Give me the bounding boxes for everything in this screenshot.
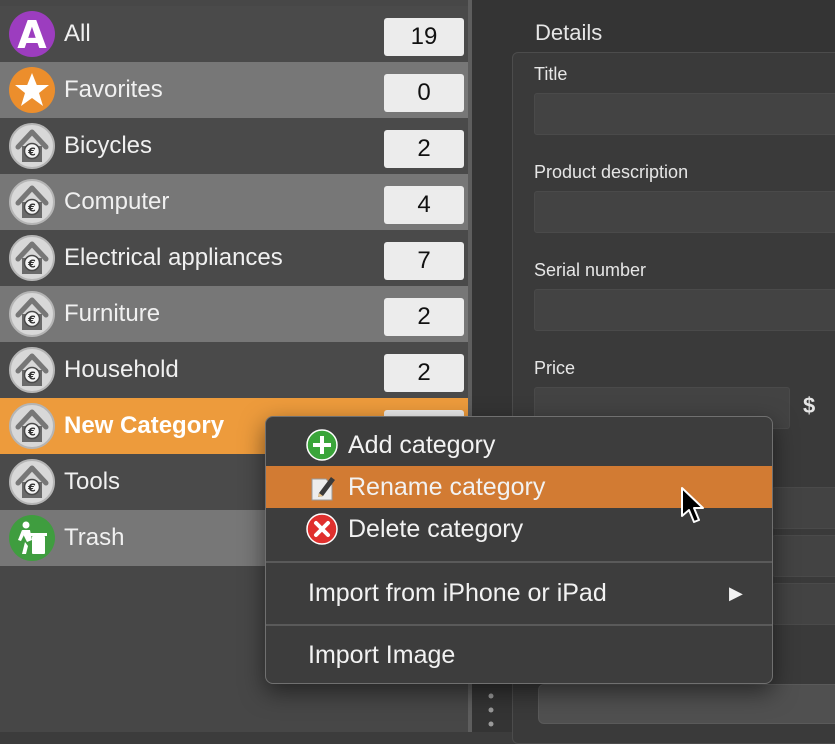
menu-separator xyxy=(266,561,772,563)
menu-item-import-from-iphone-ipad[interactable]: Import from iPhone or iPad ▶ xyxy=(266,572,772,614)
sidebar-item-label: Favorites xyxy=(64,76,163,103)
detail-field-input[interactable] xyxy=(772,487,835,529)
item-count-badge: 2 xyxy=(384,130,464,168)
sidebar-item-all[interactable]: A All 19 xyxy=(0,6,468,62)
menu-item-import-image[interactable]: Import Image xyxy=(266,634,772,676)
sidebar-item-label: Furniture xyxy=(64,300,161,327)
sidebar-item-furniture[interactable]: Furniture 2 xyxy=(0,286,468,342)
bottom-text-field[interactable] xyxy=(538,684,835,724)
title-input[interactable] xyxy=(534,93,835,135)
sidebar-item-label: New Category xyxy=(64,412,225,439)
details-title: Details xyxy=(535,20,603,45)
sidebar-item-electrical-appliances[interactable]: Electrical appliances 7 xyxy=(0,230,468,286)
item-count-badge: 7 xyxy=(384,242,464,280)
item-count-badge: 19 xyxy=(384,18,464,56)
submenu-arrow-icon: ▶ xyxy=(729,583,743,603)
rename-pencil-icon xyxy=(311,477,335,501)
item-count-badge: 4 xyxy=(384,186,464,224)
all-category-icon: A xyxy=(9,11,55,57)
sidebar-item-computer[interactable]: Computer 4 xyxy=(0,174,468,230)
trash-icon xyxy=(9,515,55,561)
menu-item-label: Delete category xyxy=(348,515,524,543)
price-label: Price xyxy=(534,358,576,378)
euro-house-icon xyxy=(8,234,56,282)
serial-number-label: Serial number xyxy=(534,260,647,280)
menu-item-label: Rename category xyxy=(348,473,546,501)
euro-house-icon xyxy=(8,178,56,226)
context-menu: Add category Rename category Delete cate… xyxy=(265,416,773,684)
euro-house-icon xyxy=(8,290,56,338)
sidebar-item-bicycles[interactable]: Bicycles 2 xyxy=(0,118,468,174)
drag-grip-icon[interactable] xyxy=(486,690,496,730)
menu-item-label: Add category xyxy=(348,431,496,459)
menu-item-label: Import Image xyxy=(308,641,456,669)
add-icon xyxy=(306,429,338,461)
currency-symbol: $ xyxy=(803,393,816,418)
serial-number-input[interactable] xyxy=(534,289,835,331)
star-icon xyxy=(9,67,55,113)
euro-house-icon xyxy=(8,122,56,170)
item-count-badge: 0 xyxy=(384,74,464,112)
sidebar-item-favorites[interactable]: Favorites 0 xyxy=(0,62,468,118)
menu-separator xyxy=(266,624,772,626)
product-description-label: Product description xyxy=(534,162,689,182)
list-item-empty xyxy=(0,678,468,732)
menu-item-add-category[interactable]: Add category xyxy=(266,424,772,466)
euro-house-icon xyxy=(8,346,56,394)
sidebar-item-label: All xyxy=(64,20,91,47)
sidebar-item-household[interactable]: Household 2 xyxy=(0,342,468,398)
euro-house-icon xyxy=(8,458,56,506)
menu-item-label: Import from iPhone or iPad xyxy=(308,579,607,607)
mouse-pointer-icon xyxy=(681,487,704,523)
sidebar-item-label: Bicycles xyxy=(64,132,153,159)
detail-field-input[interactable] xyxy=(772,583,835,625)
all-icon-letter: A xyxy=(17,13,47,57)
item-count-badge: 2 xyxy=(384,298,464,336)
item-count-badge: 2 xyxy=(384,354,464,392)
sidebar-item-label: Trash xyxy=(64,524,125,551)
delete-icon xyxy=(306,513,338,545)
sidebar-item-label: Computer xyxy=(64,188,170,215)
title-label: Title xyxy=(534,64,568,84)
sidebar-item-label: Electrical appliances xyxy=(64,244,283,271)
euro-house-icon xyxy=(8,402,56,450)
sidebar-item-label: Tools xyxy=(64,468,121,495)
product-description-input[interactable] xyxy=(534,191,835,233)
sidebar-item-label: Household xyxy=(64,356,179,383)
detail-field-input[interactable] xyxy=(772,535,835,577)
